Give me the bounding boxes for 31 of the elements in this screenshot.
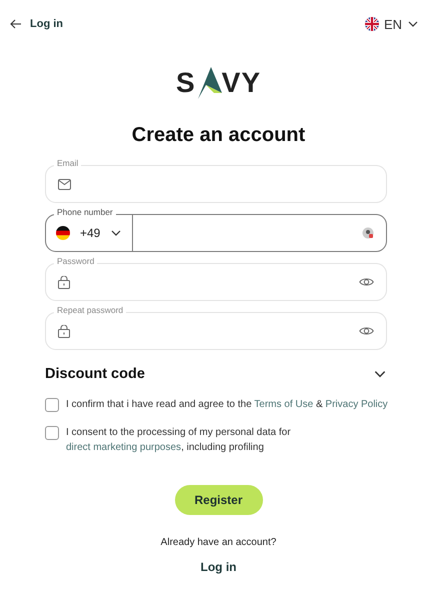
logo-text: S (176, 69, 196, 97)
consent-link[interactable]: Privacy Policy (325, 399, 388, 410)
arrow-left-icon (10, 19, 22, 29)
form-field[interactable] (45, 165, 387, 203)
register-button[interactable]: Register (174, 485, 262, 515)
field-label: Email (54, 158, 82, 168)
account-question: Already have an account? (160, 537, 278, 548)
contact-icon (362, 227, 374, 239)
consent-link[interactable]: Terms of Use (254, 399, 314, 410)
consent-text: I consent to the processing of my personal data for direct marketing purposes, including profiling (66, 426, 292, 455)
checkbox[interactable] (45, 426, 59, 440)
flag-icon (364, 17, 379, 31)
eye-icon[interactable] (359, 326, 374, 336)
page-title: Create an account (130, 124, 306, 147)
login-link[interactable]: Log in (200, 560, 236, 574)
logo-icon (196, 67, 222, 99)
envelope-icon (58, 178, 71, 190)
lock-icon (58, 324, 70, 338)
logo-text: VY (222, 69, 262, 97)
field-label: Repeat password (54, 305, 126, 315)
consent-link[interactable]: direct marketing purposes (66, 442, 182, 453)
consent-text: I confirm that i have read and agree to the Terms of Use & Privacy Policy (66, 398, 388, 412)
back-link[interactable]: Log in (10, 18, 63, 30)
field-label: Phone number (54, 207, 116, 217)
eye-icon[interactable] (359, 277, 374, 287)
field-label: Password (54, 256, 98, 266)
discount-code-toggle[interactable]: Discount code (45, 366, 387, 382)
flag-icon (56, 226, 70, 240)
lock-icon (58, 276, 70, 288)
language-select[interactable]: EN (364, 16, 419, 32)
checkbox[interactable] (45, 398, 59, 412)
